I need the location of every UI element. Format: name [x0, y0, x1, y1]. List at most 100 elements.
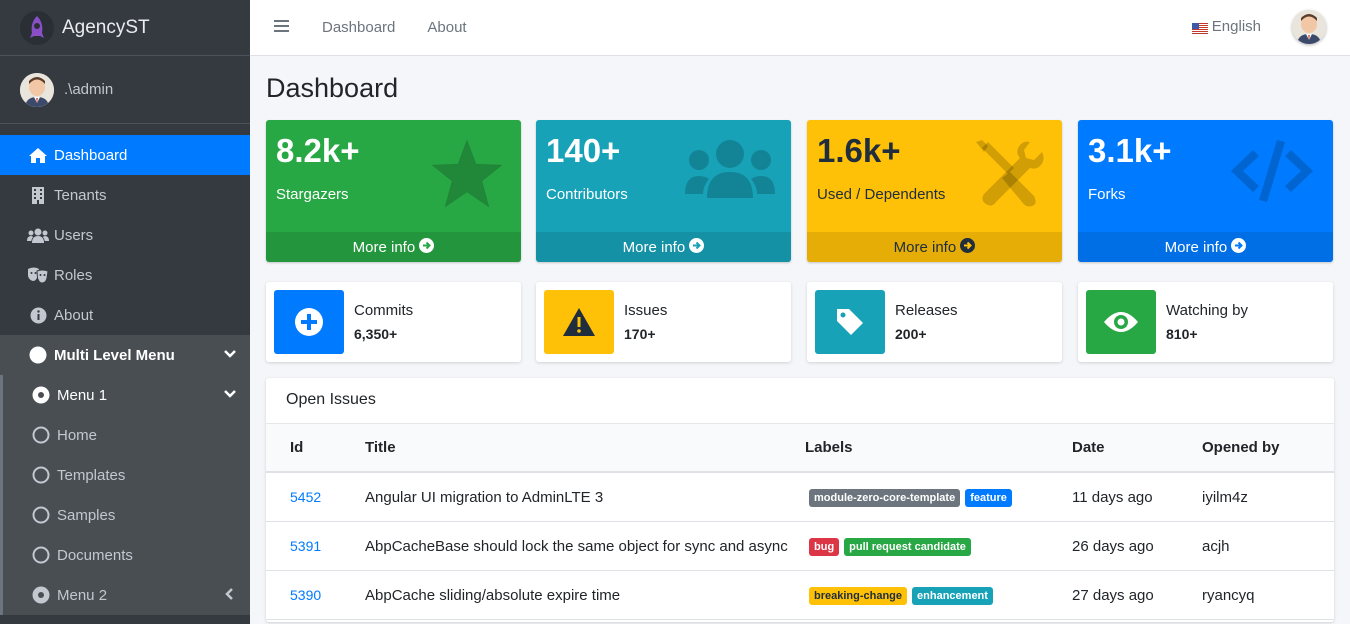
issue-date: 27 days ago — [1072, 586, 1154, 604]
top-link-dashboard[interactable]: Dashboard — [322, 19, 395, 36]
user-panel[interactable]: .\admin — [0, 56, 250, 124]
issue-title: AbpCache sliding/absolute expire time — [365, 586, 621, 604]
stat-box-used-dependents: 1.6k+ Used / Dependents More info — [807, 120, 1062, 262]
hamburger-menu-icon[interactable] — [274, 19, 290, 37]
card-title: Open Issues — [266, 378, 1334, 424]
dot-circle-icon — [30, 586, 52, 604]
label-badge[interactable]: enhancement — [912, 586, 993, 605]
info-box-value: 170+ — [624, 326, 656, 342]
plus-circle-icon — [274, 290, 344, 354]
stat-value: 3.1k+ — [1088, 132, 1172, 169]
more-info-link[interactable]: More info — [266, 232, 521, 262]
stat-label: Forks — [1088, 186, 1126, 203]
sidebar-item-multi-level-menu[interactable]: Multi Level Menu — [0, 335, 250, 375]
us-flag-icon — [1191, 21, 1208, 34]
language-selector[interactable]: English — [1191, 18, 1261, 35]
chevron-down-icon — [224, 347, 236, 364]
top-user-avatar[interactable] — [1292, 10, 1326, 44]
column-header-title[interactable]: Title — [365, 439, 396, 456]
column-header-labels[interactable]: Labels — [805, 439, 853, 456]
top-navbar: Dashboard About English — [250, 0, 1350, 56]
info-box-value: 810+ — [1166, 326, 1198, 342]
stat-value: 8.2k+ — [276, 132, 360, 169]
issue-date: 11 days ago — [1072, 488, 1153, 506]
sidebar-item-users[interactable]: Users — [0, 215, 250, 255]
sidebar-item-label: About — [54, 306, 94, 324]
circle-icon — [27, 346, 49, 364]
warning-icon — [544, 290, 614, 354]
sidebar-item-dashboard[interactable]: Dashboard — [0, 135, 250, 175]
sidebar-item-label: Menu 1 — [57, 386, 108, 404]
label-badge[interactable]: breaking-change — [809, 586, 908, 605]
arrow-circle-right-icon — [689, 237, 705, 257]
tools-icon — [974, 138, 1046, 214]
issue-opened-by: acjh — [1202, 537, 1230, 555]
column-header-id[interactable]: Id — [290, 439, 303, 456]
info-box-label: Commits — [354, 302, 414, 319]
label-badge[interactable]: bug — [809, 537, 840, 556]
building-icon — [27, 186, 49, 204]
dot-circle-icon — [30, 386, 52, 404]
info-box-issues: Issues 170+ — [536, 282, 791, 362]
circle-outline-icon — [30, 506, 52, 524]
issue-labels: bug pull request candidate — [809, 537, 976, 556]
sidebar-item-label: Roles — [54, 266, 93, 284]
home-icon — [27, 147, 49, 164]
users-icon — [685, 138, 775, 208]
info-box-value: 6,350+ — [354, 326, 398, 342]
sidebar-nav: Dashboard Tenants Users Roles About Mult… — [0, 135, 250, 615]
issue-title: Angular UI migration to AdminLTE 3 — [365, 488, 604, 506]
more-info-link[interactable]: More info — [1078, 232, 1333, 262]
brand[interactable]: AgencyST — [0, 0, 250, 56]
label-badge[interactable]: pull request candidate — [844, 537, 971, 556]
label-badge[interactable]: module-zero-core-template — [809, 488, 961, 507]
info-box-label: Issues — [624, 302, 668, 319]
info-box-label: Watching by — [1166, 302, 1248, 319]
theater-masks-icon — [27, 267, 49, 284]
stat-label: Stargazers — [276, 186, 349, 203]
sidebar-item-label: Samples — [57, 506, 116, 524]
table-row: 5390 AbpCache sliding/absolute expire ti… — [266, 571, 1334, 620]
issue-id-link[interactable]: 5391 — [290, 538, 321, 554]
stat-box-forks: 3.1k+ Forks More info — [1078, 120, 1333, 262]
more-info-link[interactable]: More info — [536, 232, 791, 262]
issue-date: 26 days ago — [1072, 537, 1154, 555]
table-row: 5452 Angular UI migration to AdminLTE 3 … — [266, 473, 1334, 522]
sidebar-item-label: Menu 2 — [57, 586, 108, 604]
issue-id-link[interactable]: 5452 — [290, 489, 321, 505]
sidebar-item-menu-1[interactable]: Menu 1 — [0, 375, 250, 415]
chevron-down-icon — [224, 387, 236, 404]
more-info-link[interactable]: More info — [807, 232, 1062, 262]
stat-value: 140+ — [546, 132, 621, 169]
label-badge[interactable]: feature — [965, 488, 1012, 507]
sidebar-item-roles[interactable]: Roles — [0, 255, 250, 295]
sidebar-item-about[interactable]: About — [0, 295, 250, 335]
sidebar-item-documents[interactable]: Documents — [0, 535, 250, 575]
sidebar-item-label: Tenants — [54, 186, 107, 204]
sidebar-item-samples[interactable]: Samples — [0, 495, 250, 535]
arrow-circle-right-icon — [419, 237, 435, 257]
sidebar-item-label: Multi Level Menu — [54, 346, 175, 364]
issue-id-link[interactable]: 5390 — [290, 587, 321, 603]
table-row: 5391 AbpCacheBase should lock the same o… — [266, 522, 1334, 571]
circle-outline-icon — [30, 546, 52, 564]
sidebar-item-label: Home — [57, 426, 98, 444]
stat-value: 1.6k+ — [817, 132, 901, 169]
top-link-about[interactable]: About — [427, 19, 466, 36]
sidebar-item-label: Users — [54, 226, 94, 244]
star-icon — [429, 138, 505, 214]
sidebar-item-tenants[interactable]: Tenants — [0, 175, 250, 215]
issue-opened-by: iyilm4z — [1202, 488, 1248, 506]
open-issues-card: Open Issues Id Title Labels Date Opened … — [266, 378, 1334, 622]
column-header-opened-by[interactable]: Opened by — [1202, 439, 1280, 456]
stat-box-stargazers: 8.2k+ Stargazers More info — [266, 120, 521, 262]
column-header-date[interactable]: Date — [1072, 439, 1105, 456]
info-circle-icon — [27, 307, 49, 324]
sidebar-item-home[interactable]: Home — [0, 415, 250, 455]
sidebar-item-templates[interactable]: Templates — [0, 455, 250, 495]
stat-box-contributors: 140+ Contributors More info — [536, 120, 791, 262]
chevron-left-icon — [224, 587, 236, 604]
more-info-label: More info — [622, 238, 686, 256]
sidebar-item-label: Documents — [57, 546, 133, 564]
sidebar-item-menu-2[interactable]: Menu 2 — [0, 575, 250, 615]
